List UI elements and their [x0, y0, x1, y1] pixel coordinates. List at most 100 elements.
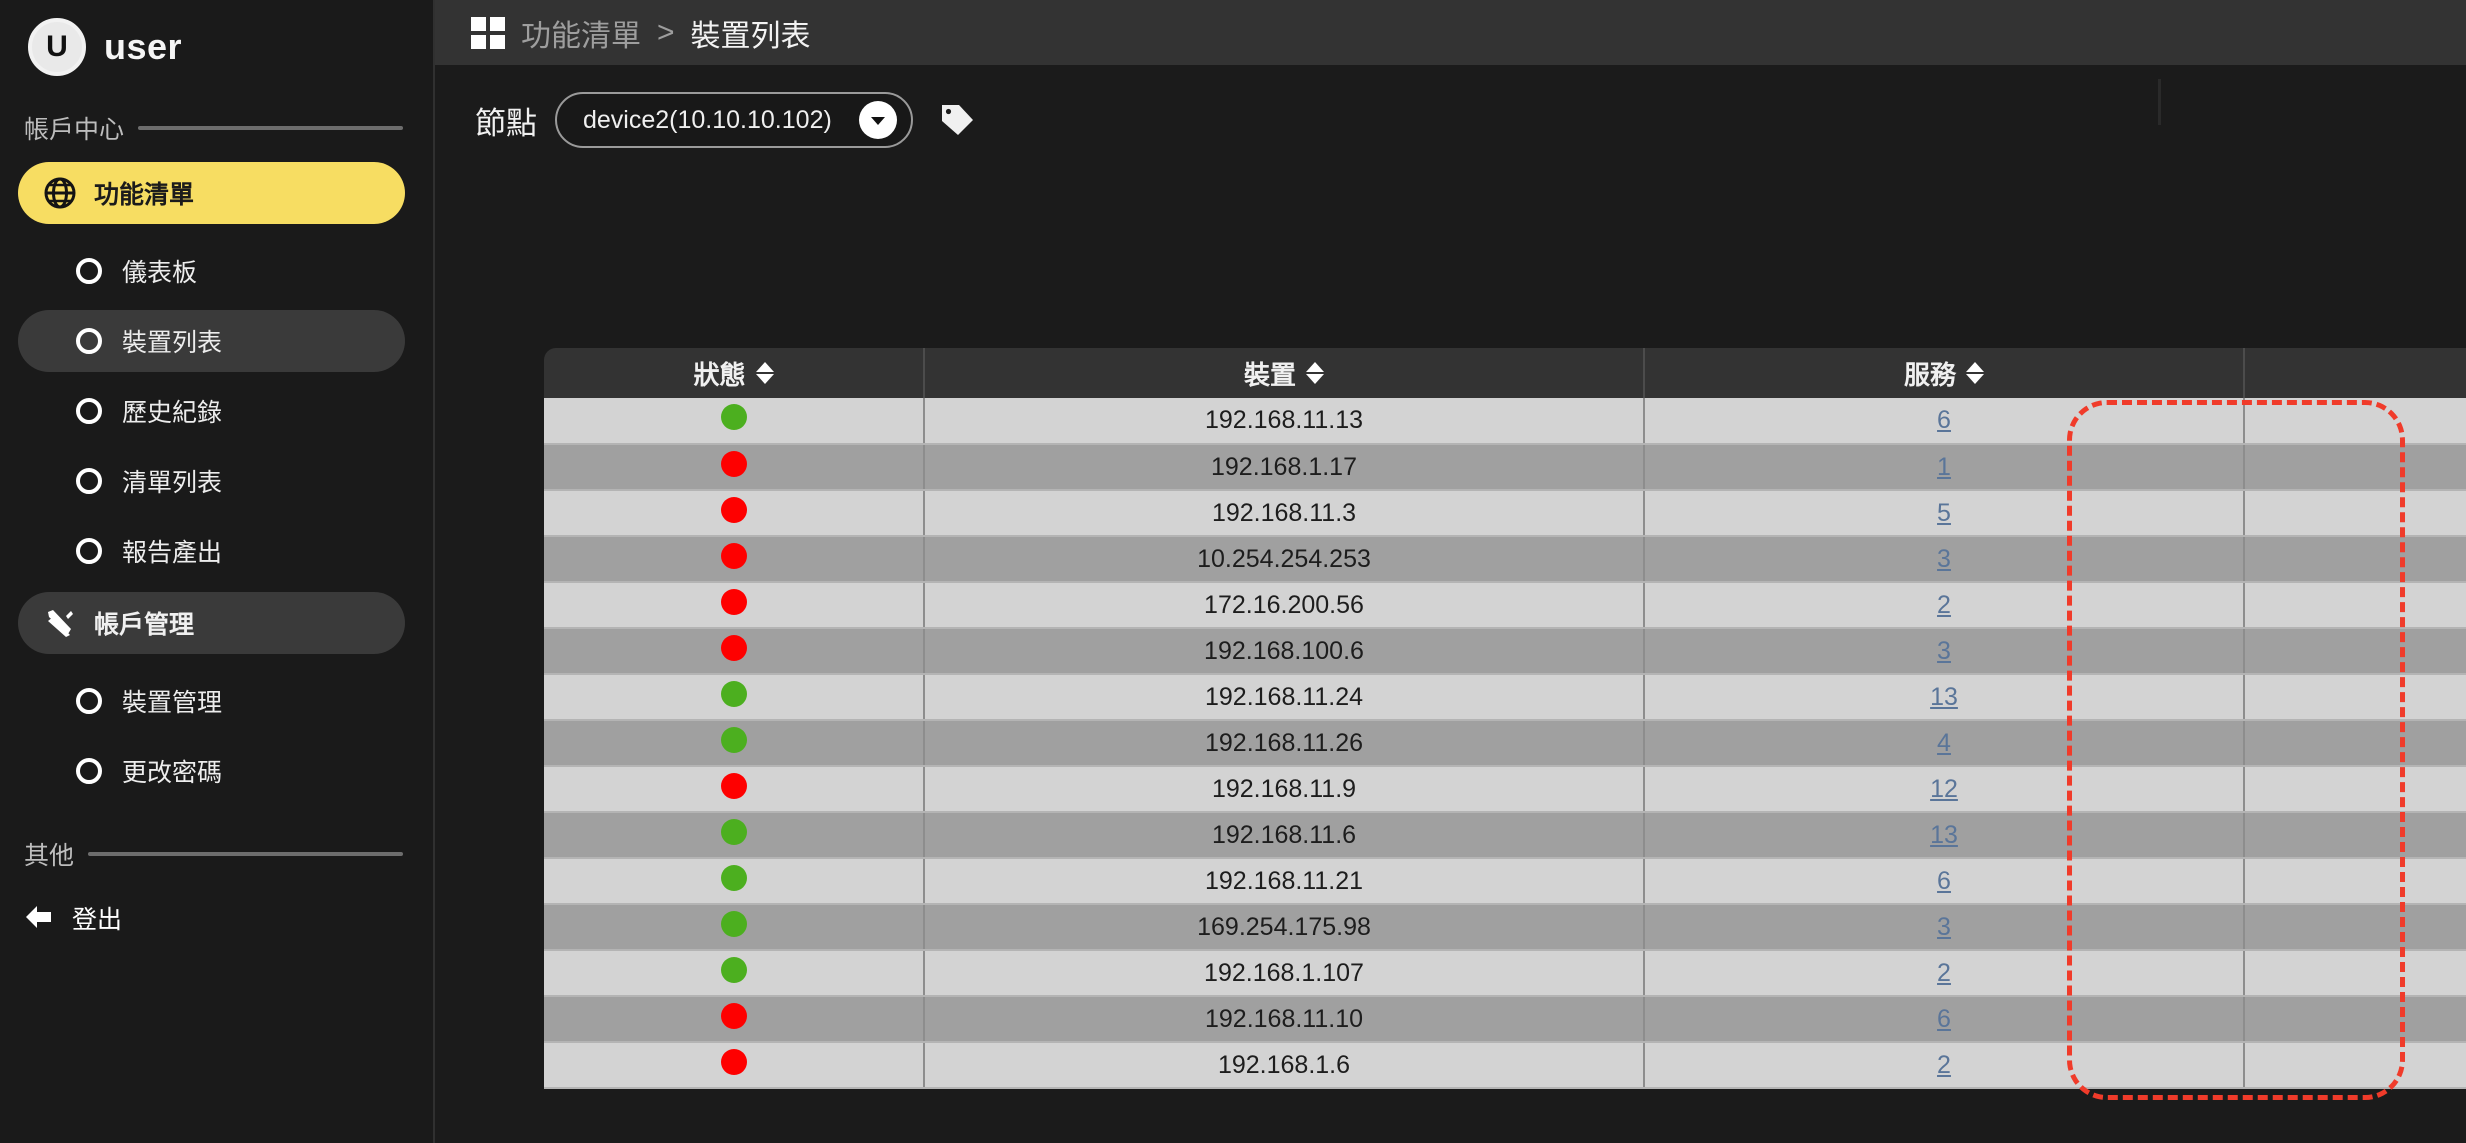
- section-header-account-center: 帳戶中心: [0, 90, 433, 152]
- service-link[interactable]: 13: [1930, 683, 1958, 711]
- radio-icon: [76, 258, 102, 284]
- main-content: 功能清單 > 裝置列表 節點 device2(10.10.10.102) 輸出: [435, 0, 2466, 1143]
- service-link[interactable]: 3: [1937, 913, 1951, 941]
- status-dot-down-icon: [721, 635, 747, 661]
- sidebar-item-dashboard[interactable]: 儀表板: [18, 240, 405, 302]
- service-link[interactable]: 4: [1937, 729, 1951, 757]
- sidebar-item-device-management[interactable]: 裝置管理: [18, 670, 405, 732]
- service-link[interactable]: 6: [1937, 1005, 1951, 1033]
- tools-icon: [44, 607, 76, 639]
- service-link[interactable]: 13: [1930, 821, 1958, 849]
- service-link[interactable]: 2: [1937, 591, 1951, 619]
- cell-status: [544, 398, 924, 444]
- breadcrumb-parent[interactable]: 功能清單: [521, 11, 641, 55]
- column-header-score[interactable]: 分數: [2244, 348, 2466, 398]
- cell-status: [544, 674, 924, 720]
- toolbar-divider: [2158, 79, 2161, 125]
- service-link[interactable]: 12: [1930, 775, 1958, 803]
- service-link[interactable]: 3: [1937, 545, 1951, 573]
- cell-device: 192.168.11.3: [924, 490, 1644, 536]
- service-link[interactable]: 3: [1937, 637, 1951, 665]
- cell-service: 5: [1644, 490, 2244, 536]
- service-link[interactable]: 2: [1937, 959, 1951, 987]
- cell-device: 192.168.11.10: [924, 996, 1644, 1042]
- column-header-device[interactable]: 裝置: [924, 348, 1644, 398]
- sidebar-item-change-password[interactable]: 更改密碼: [18, 740, 405, 802]
- column-header-label: 狀態: [693, 355, 745, 392]
- table-row[interactable]: 192.168.11.35100: [544, 490, 2466, 536]
- cell-service: 2: [1644, 1042, 2244, 1088]
- app-root: U user 帳戶中心 功能清單 儀表板 裝置列表 歷史紀錄 清單列: [0, 0, 2466, 1143]
- breadcrumb-separator: >: [657, 16, 675, 50]
- status-dot-up-icon: [721, 819, 747, 845]
- sidebar-item-label: 帳戶管理: [94, 605, 194, 641]
- cell-status: [544, 720, 924, 766]
- cell-device: 10.254.254.253: [924, 536, 1644, 582]
- service-link[interactable]: 6: [1937, 867, 1951, 895]
- table-row[interactable]: 192.168.11.912100: [544, 766, 2466, 812]
- sidebar-item-device-list[interactable]: 裝置列表: [18, 310, 405, 372]
- cell-status: [544, 628, 924, 674]
- status-dot-down-icon: [721, 1049, 747, 1075]
- cell-device: 192.168.1.17: [924, 444, 1644, 490]
- table-row[interactable]: 192.168.11.613100: [544, 812, 2466, 858]
- cell-service: 4: [1644, 720, 2244, 766]
- breadcrumb-current: 裝置列表: [691, 11, 811, 55]
- node-toolbar: 節點 device2(10.10.10.102): [435, 65, 2466, 148]
- status-dot-down-icon: [721, 497, 747, 523]
- column-header-status[interactable]: 狀態: [544, 348, 924, 398]
- table-row[interactable]: 10.254.254.2533100: [544, 536, 2466, 582]
- cell-device: 192.168.100.6: [924, 628, 1644, 674]
- table-row[interactable]: 192.168.1.1072100: [544, 950, 2466, 996]
- cell-device: 172.16.200.56: [924, 582, 1644, 628]
- sidebar-item-label: 報告產出: [122, 533, 222, 569]
- logout-label: 登出: [72, 900, 122, 936]
- table-row[interactable]: 192.168.1.62100: [544, 1042, 2466, 1088]
- cell-service: 3: [1644, 536, 2244, 582]
- cell-score: 100: [2244, 812, 2466, 858]
- service-link[interactable]: 6: [1937, 406, 1951, 434]
- table-body: 192.168.11.136100192.168.1.171100192.168…: [544, 398, 2466, 1088]
- cell-score: 100: [2244, 628, 2466, 674]
- sidebar-item-report-output[interactable]: 報告產出: [18, 520, 405, 582]
- table-row[interactable]: 192.168.11.2413100: [544, 674, 2466, 720]
- logout-button[interactable]: 登出: [0, 878, 433, 936]
- user-block: U user: [0, 0, 433, 90]
- table-row[interactable]: 192.168.1.171100: [544, 444, 2466, 490]
- sidebar-item-inventory-list[interactable]: 清單列表: [18, 450, 405, 512]
- cell-score: 100: [2244, 582, 2466, 628]
- cell-device: 192.168.11.26: [924, 720, 1644, 766]
- sort-icon: [1966, 362, 1984, 384]
- status-dot-up-icon: [721, 865, 747, 891]
- table-row[interactable]: 192.168.11.216100: [544, 858, 2466, 904]
- sidebar-item-history[interactable]: 歷史紀錄: [18, 380, 405, 442]
- service-link[interactable]: 5: [1937, 499, 1951, 527]
- cell-device: 169.254.175.98: [924, 904, 1644, 950]
- node-select[interactable]: device2(10.10.10.102): [555, 92, 913, 148]
- cell-score: 100: [2244, 904, 2466, 950]
- table-row[interactable]: 192.168.11.106100: [544, 996, 2466, 1042]
- status-dot-down-icon: [721, 543, 747, 569]
- table-row[interactable]: 172.16.200.56 2 100: [544, 582, 2466, 628]
- cell-status: [544, 536, 924, 582]
- sort-icon: [1306, 362, 1324, 384]
- sidebar-item-account-management[interactable]: 帳戶管理: [18, 592, 405, 654]
- tag-icon[interactable]: [939, 102, 975, 138]
- table-row[interactable]: 192.168.100.6 3 100: [544, 628, 2466, 674]
- status-dot-up-icon: [721, 681, 747, 707]
- service-link[interactable]: 2: [1937, 1051, 1951, 1079]
- node-label: 節點: [475, 98, 537, 143]
- cell-service: 2: [1644, 582, 2244, 628]
- service-link[interactable]: 1: [1937, 453, 1951, 481]
- cell-service: 2: [1644, 950, 2244, 996]
- column-header-service[interactable]: 服務: [1644, 348, 2244, 398]
- cell-score: 100: [2244, 950, 2466, 996]
- table-row[interactable]: 192.168.11.136100: [544, 398, 2466, 444]
- cell-service: 6: [1644, 858, 2244, 904]
- sidebar-item-function-list[interactable]: 功能清單: [18, 162, 405, 224]
- table-row[interactable]: 192.168.11.264100: [544, 720, 2466, 766]
- table-row[interactable]: 169.254.175.98 3 100: [544, 904, 2466, 950]
- status-dot-up-icon: [721, 957, 747, 983]
- status-dot-up-icon: [721, 727, 747, 753]
- status-dot-up-icon: [721, 404, 747, 430]
